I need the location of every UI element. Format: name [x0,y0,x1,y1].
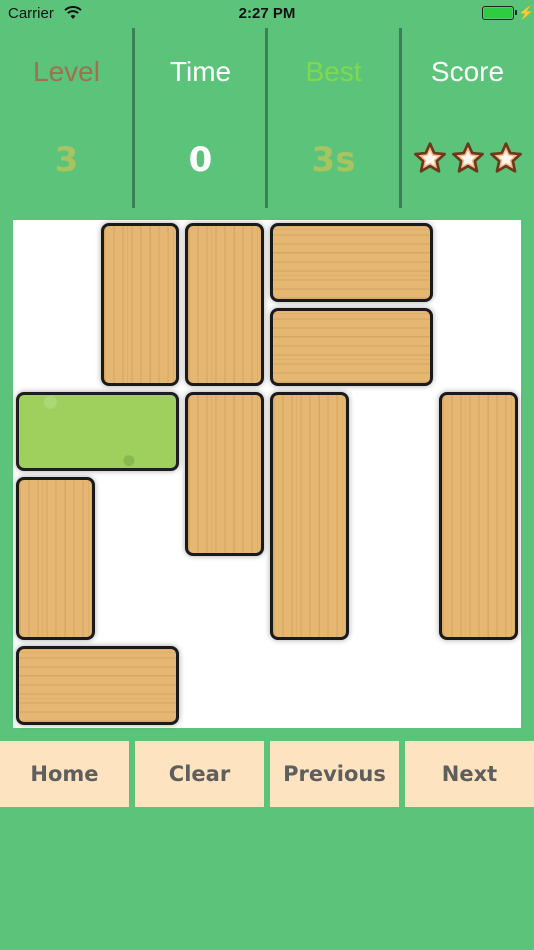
clear-button[interactable]: Clear [135,741,264,807]
best-stat: Best 3s [267,28,400,208]
vertical-wood-block[interactable] [270,392,349,641]
charging-bolt-icon: ⚡ [518,5,534,20]
vertical-wood-block[interactable] [100,223,180,387]
home-button[interactable]: Home [0,741,129,807]
level-label: Level [33,56,100,87]
horizontal-wood-block[interactable] [270,223,434,302]
star-icon [451,142,484,173]
time-stat: Time 0 [134,28,267,208]
target-block[interactable] [16,392,180,471]
previous-button[interactable]: Previous [270,741,399,807]
next-button[interactable]: Next [405,741,534,807]
level-value: 3 [54,140,79,180]
star-icon [413,142,446,173]
vertical-wood-block[interactable] [185,223,264,387]
button-bar: Home Clear Previous Next [0,741,534,807]
horizontal-wood-block[interactable] [16,646,180,725]
level-stat: Level 3 [0,28,133,208]
vertical-wood-block[interactable] [185,392,264,556]
time-value: 0 [188,140,213,180]
vertical-wood-block[interactable] [16,477,95,641]
best-label: Best [305,56,362,87]
score-stars [401,140,534,176]
horizontal-wood-block[interactable] [270,307,434,387]
stats-header: Level 3 Time 0 Best 3s Score [0,28,534,208]
best-value: 3s [311,140,356,180]
score-stat: Score [401,28,534,208]
puzzle-board [13,220,521,728]
time-label: Time [169,56,232,87]
clock: 2:27 PM [238,5,296,22]
battery-icon [482,6,517,20]
score-label: Score [430,56,505,87]
vertical-wood-block[interactable] [439,392,518,641]
status-bar: Carrier 2:27 PM ⚡ [0,0,534,28]
star-icon [489,142,522,173]
